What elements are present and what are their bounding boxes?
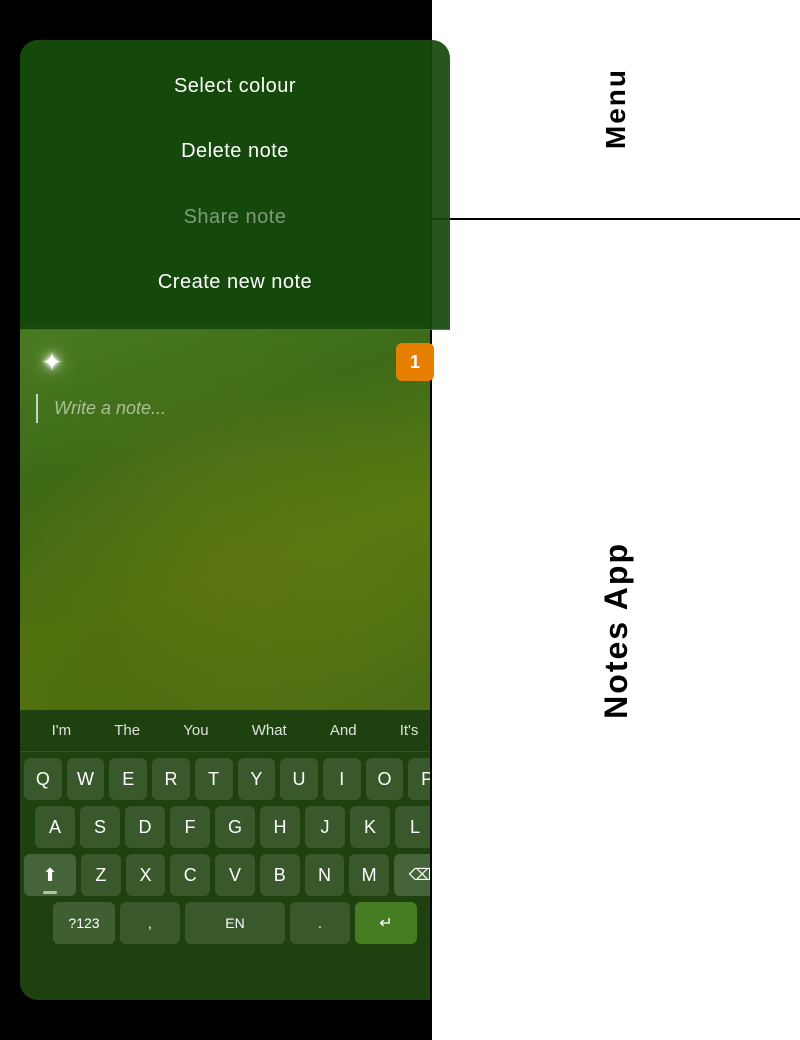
keyboard-area: I'm The You What And It's Q W E R T Y U …: [20, 710, 450, 1000]
lang-key[interactable]: EN: [185, 902, 285, 944]
key-j[interactable]: J: [305, 806, 345, 848]
period-key[interactable]: .: [290, 902, 350, 944]
delete-note-item[interactable]: Delete note: [20, 132, 450, 171]
key-l[interactable]: L: [395, 806, 435, 848]
phone-container: Select colour Delete note Share note Cre…: [20, 40, 450, 1000]
right-panel: Menu Notes App: [430, 0, 800, 1040]
suggestion-and[interactable]: And: [322, 722, 365, 739]
key-f[interactable]: F: [170, 806, 210, 848]
suggestion-im[interactable]: I'm: [44, 722, 80, 739]
key-z[interactable]: Z: [81, 854, 121, 896]
key-row-2: A S D F G H J K L: [24, 806, 446, 848]
enter-key[interactable]: ↵: [355, 902, 417, 944]
key-row-1: Q W E R T Y U I O P: [24, 758, 446, 800]
key-y[interactable]: Y: [238, 758, 276, 800]
notes-app-label-section: Notes App: [432, 220, 800, 1040]
sparkle-decoration: [36, 342, 76, 382]
key-e[interactable]: E: [109, 758, 147, 800]
suggestions-row: I'm The You What And It's: [20, 710, 450, 752]
note-area: 1 Write a note...: [20, 330, 450, 710]
key-s[interactable]: S: [80, 806, 120, 848]
comma-key[interactable]: ,: [120, 902, 180, 944]
key-t[interactable]: T: [195, 758, 233, 800]
key-row-3: ⬆ Z X C V B N M ⌫: [24, 854, 446, 896]
key-m[interactable]: M: [349, 854, 389, 896]
menu-overlay: Select colour Delete note Share note Cre…: [20, 40, 450, 330]
suggestion-its[interactable]: It's: [392, 722, 427, 739]
key-a[interactable]: A: [35, 806, 75, 848]
key-r[interactable]: R: [152, 758, 190, 800]
suggestion-what[interactable]: What: [244, 722, 295, 739]
suggestion-the[interactable]: The: [106, 722, 148, 739]
num-key[interactable]: ?123: [53, 902, 115, 944]
key-h[interactable]: H: [260, 806, 300, 848]
select-colour-item[interactable]: Select colour: [20, 67, 450, 106]
key-k[interactable]: K: [350, 806, 390, 848]
key-q[interactable]: Q: [24, 758, 62, 800]
shift-indicator: [43, 891, 57, 894]
sparkle-icon: [41, 347, 71, 377]
key-d[interactable]: D: [125, 806, 165, 848]
note-badge: 1: [396, 343, 434, 381]
key-i[interactable]: I: [323, 758, 361, 800]
key-g[interactable]: G: [215, 806, 255, 848]
share-note-item[interactable]: Share note: [20, 198, 450, 237]
key-b[interactable]: B: [260, 854, 300, 896]
menu-label: Menu: [600, 68, 632, 149]
suggestion-you[interactable]: You: [175, 722, 216, 739]
key-row-4: ?123 , EN . ↵: [24, 902, 446, 944]
key-u[interactable]: U: [280, 758, 318, 800]
key-v[interactable]: V: [215, 854, 255, 896]
note-header: 1: [20, 330, 450, 394]
menu-label-section: Menu: [432, 0, 800, 220]
key-x[interactable]: X: [126, 854, 166, 896]
shift-key[interactable]: ⬆: [24, 854, 76, 896]
key-w[interactable]: W: [67, 758, 105, 800]
key-c[interactable]: C: [170, 854, 210, 896]
create-new-note-item[interactable]: Create new note: [20, 263, 450, 302]
note-placeholder[interactable]: Write a note...: [36, 394, 450, 423]
key-o[interactable]: O: [366, 758, 404, 800]
key-n[interactable]: N: [305, 854, 345, 896]
key-rows: Q W E R T Y U I O P A S D F G H J K: [20, 752, 450, 944]
notes-app-label: Notes App: [598, 542, 635, 719]
